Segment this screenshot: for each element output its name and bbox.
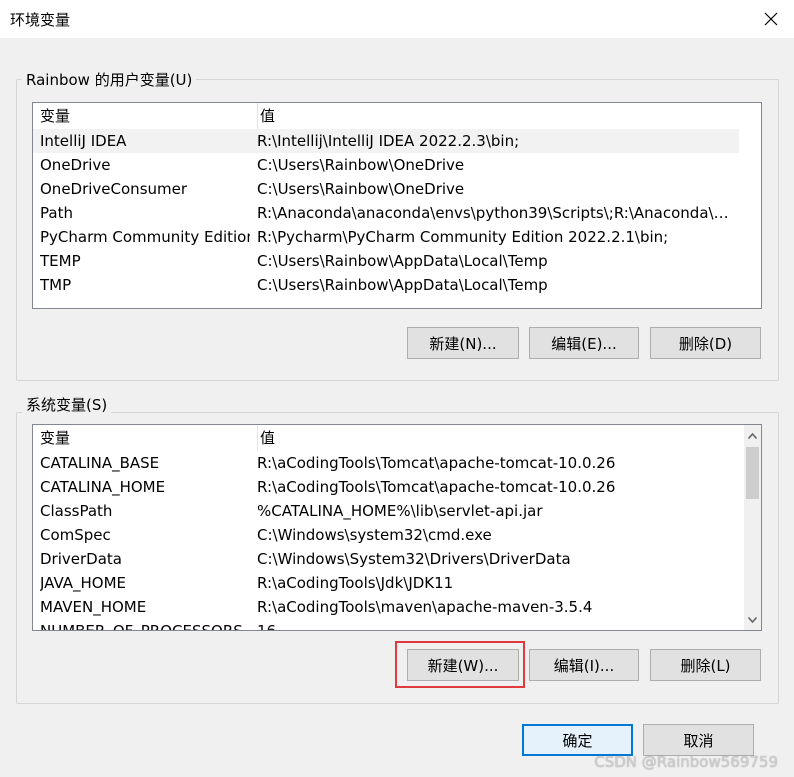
variable-name: OneDriveConsumer [40,180,188,198]
variable-value: R:\aCodingTools\Jdk\JDK11 [257,574,454,592]
table-row[interactable]: CATALINA_BASE R:\aCodingTools\Tomcat\apac… [33,451,739,475]
variable-name: CATALINA_BASE [40,454,160,472]
list-header: 变量 值 [33,103,761,129]
scroll-down-icon[interactable] [744,611,761,628]
title-bar: 环境变量 [0,0,794,38]
system-new-button[interactable]: 新建(W)... [407,649,519,681]
window-title: 环境变量 [10,11,71,29]
cancel-button[interactable]: 取消 [643,724,754,756]
variable-name: MAVEN_HOME [40,598,147,616]
table-row[interactable]: IntelliJ IDEA R:\Intellij\IntelliJ IDEA 2… [33,129,739,153]
table-row[interactable]: DriverData C:\Windows\System32\Drivers\Dr… [33,547,739,571]
variable-name: TEMP [40,252,81,270]
column-header-value[interactable]: 值 [257,103,275,129]
variable-name: JAVA_HOME [40,574,127,592]
watermark: CSDN @Rainbow569759 [594,753,778,771]
column-header-name[interactable]: 变量 [40,103,248,129]
table-row[interactable]: ClassPath %CATALINA_HOME%\lib\servlet-api… [33,499,739,523]
user-variables-list[interactable]: 变量 值 IntelliJ IDEA R:\Intellij\IntelliJ I… [32,102,762,309]
user-edit-button[interactable]: 编辑(E)... [529,327,639,359]
variable-value: R:\Pycharm\PyCharm Community Edition 202… [257,228,669,246]
table-row[interactable]: NUMBER_OF_PROCESSORS 16 [33,619,739,631]
variable-value: R:\aCodingTools\Tomcat\apache-tomcat-10.… [257,454,616,472]
table-row[interactable]: ComSpec C:\Windows\system32\cmd.exe [33,523,739,547]
user-variables-label: Rainbow 的用户变量(U) [22,69,197,90]
variable-value: 16 [257,622,277,631]
variable-name: Path [40,204,73,222]
table-row[interactable]: OneDrive C:\Users\Rainbow\OneDrive [33,153,739,177]
close-button[interactable] [748,0,794,38]
variable-value: R:\Anaconda\anaconda\envs\python39\Scrip… [257,204,729,222]
variable-name: TMP [40,276,72,294]
variable-name: ClassPath [40,502,113,520]
list-header: 变量 值 [33,425,761,451]
variable-name: NUMBER_OF_PROCESSORS [40,622,243,631]
table-row[interactable]: JAVA_HOME R:\aCodingTools\Jdk\JDK11 [33,571,739,595]
variable-name: OneDrive [40,156,111,174]
user-new-button[interactable]: 新建(N)... [407,327,519,359]
table-row[interactable]: Path R:\Anaconda\anaconda\envs\python39\S… [33,201,739,225]
variable-value: C:\Users\Rainbow\AppData\Local\Temp [257,276,548,294]
system-variables-list[interactable]: 变量 值 CATALINA_BASE R:\aCodingTools\Tomcat… [32,424,762,631]
table-row[interactable]: TMP C:\Users\Rainbow\AppData\Local\Temp [33,273,739,297]
table-row[interactable]: OneDriveConsumer C:\Users\Rainbow\OneDriv… [33,177,739,201]
vertical-scrollbar[interactable] [744,425,761,630]
column-header-value[interactable]: 值 [257,425,275,451]
table-row[interactable]: CATALINA_HOME R:\aCodingTools\Tomcat\apac… [33,475,739,499]
variable-value: R:\aCodingTools\maven\apache-maven-3.5.4 [257,598,593,616]
table-row[interactable]: PyCharm Community Edition R:\Pycharm\PyCh… [33,225,739,249]
variable-value: C:\Windows\system32\cmd.exe [257,526,492,544]
scrollbar-thumb[interactable] [746,447,759,499]
close-icon [764,12,778,26]
variable-value: R:\Intellij\IntelliJ IDEA 2022.2.3\bin; [257,132,520,150]
variable-value: R:\aCodingTools\Tomcat\apache-tomcat-10.… [257,478,616,496]
column-header-name[interactable]: 变量 [40,425,248,451]
system-delete-button[interactable]: 删除(L) [650,649,761,681]
scroll-up-icon[interactable] [744,427,761,444]
variable-value: C:\Windows\System32\Drivers\DriverData [257,550,571,568]
variable-name: ComSpec [40,526,111,544]
system-variables-label: 系统变量(S) [22,394,112,415]
variable-name: CATALINA_HOME [40,478,166,496]
user-delete-button[interactable]: 删除(D) [650,327,761,359]
system-edit-button[interactable]: 编辑(I)... [529,649,639,681]
variable-name: PyCharm Community Edition [40,228,250,246]
variable-value: C:\Users\Rainbow\OneDrive [257,180,465,198]
variable-value: C:\Users\Rainbow\AppData\Local\Temp [257,252,548,270]
table-row[interactable]: MAVEN_HOME R:\aCodingTools\maven\apache-m… [33,595,739,619]
ok-button[interactable]: 确定 [522,724,633,756]
variable-value: C:\Users\Rainbow\OneDrive [257,156,465,174]
variable-name: DriverData [40,550,122,568]
variable-value: %CATALINA_HOME%\lib\servlet-api.jar [257,502,543,520]
table-row[interactable]: TEMP C:\Users\Rainbow\AppData\Local\Temp [33,249,739,273]
variable-name: IntelliJ IDEA [40,132,127,150]
